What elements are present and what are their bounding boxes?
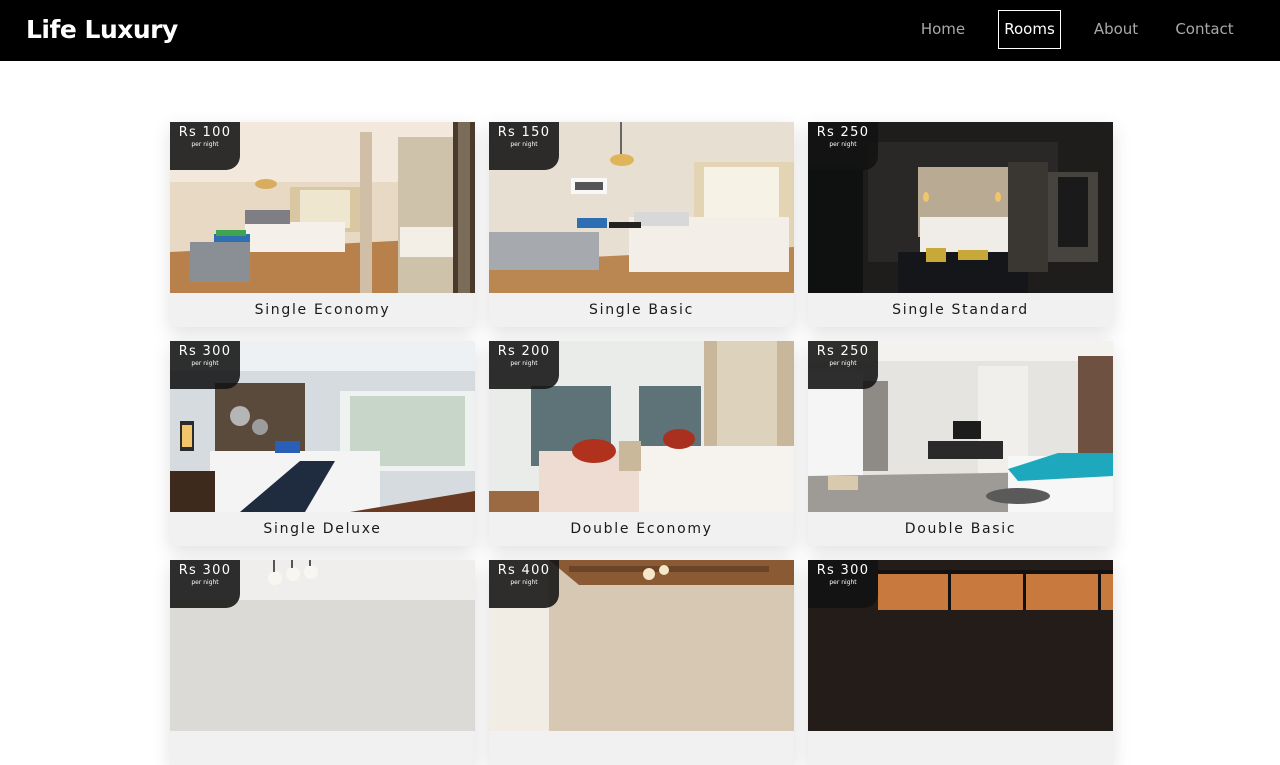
price-badge: Rs 300 per night <box>170 560 240 608</box>
room-title[interactable] <box>808 731 1113 765</box>
price-badge: Rs 150 per night <box>489 122 559 170</box>
price-badge: Rs 250 per night <box>808 341 878 389</box>
price-badge: Rs 300 per night <box>170 341 240 389</box>
room-card-single-basic[interactable]: Rs 150 per night Single Basic <box>489 122 794 327</box>
room-card-single-deluxe[interactable]: Rs 300 per night Single Deluxe <box>170 341 475 546</box>
price-amount: Rs 250 <box>816 344 870 359</box>
price-unit: per night <box>510 360 538 367</box>
price-amount: Rs 150 <box>497 125 551 140</box>
room-card-double-economy[interactable]: Rs 200 per night Double Economy <box>489 341 794 546</box>
price-amount: Rs 300 <box>178 563 232 578</box>
price-badge: Rs 400 per night <box>489 560 559 608</box>
nav-link-rooms[interactable]: Rooms <box>998 10 1061 49</box>
room-title[interactable] <box>170 731 475 765</box>
price-unit: per night <box>510 579 538 586</box>
brand-logo[interactable]: Life Luxury <box>26 13 178 47</box>
price-amount: Rs 200 <box>497 344 551 359</box>
price-unit: per night <box>191 579 219 586</box>
room-title[interactable]: Double Basic <box>808 512 1113 546</box>
nav-link-contact[interactable]: Contact <box>1172 10 1237 49</box>
price-amount: Rs 300 <box>178 344 232 359</box>
price-badge: Rs 200 per night <box>489 341 559 389</box>
price-badge: Rs 100 per night <box>170 122 240 170</box>
price-unit: per night <box>829 579 857 586</box>
price-badge: Rs 250 per night <box>808 122 878 170</box>
room-card-double-basic[interactable]: Rs 250 per night Double Basic <box>808 341 1113 546</box>
price-amount: Rs 300 <box>816 563 870 578</box>
price-unit: per night <box>829 141 857 148</box>
room-title[interactable]: Single Economy <box>170 293 475 327</box>
room-title[interactable]: Double Economy <box>489 512 794 546</box>
price-amount: Rs 400 <box>497 563 551 578</box>
price-unit: per night <box>191 141 219 148</box>
price-amount: Rs 100 <box>178 125 232 140</box>
room-card[interactable]: Rs 300 per night <box>808 560 1113 765</box>
room-title[interactable]: Single Deluxe <box>170 512 475 546</box>
room-card[interactable]: Rs 400 per night <box>489 560 794 765</box>
room-title[interactable]: Single Standard <box>808 293 1113 327</box>
room-card-single-economy[interactable]: Rs 100 per night Single Economy <box>170 122 475 327</box>
room-title[interactable]: Single Basic <box>489 293 794 327</box>
navbar: Life Luxury Home Rooms About Contact <box>0 0 1280 61</box>
price-amount: Rs 250 <box>816 125 870 140</box>
price-badge: Rs 300 per night <box>808 560 878 608</box>
price-unit: per night <box>191 360 219 367</box>
room-title[interactable] <box>489 731 794 765</box>
price-unit: per night <box>510 141 538 148</box>
room-card-single-standard[interactable]: Rs 250 per night Single Standard <box>808 122 1113 327</box>
room-card[interactable]: Rs 300 per night <box>170 560 475 765</box>
nav-link-about[interactable]: About <box>1089 10 1143 49</box>
nav-link-home[interactable]: Home <box>917 10 969 49</box>
price-unit: per night <box>829 360 857 367</box>
